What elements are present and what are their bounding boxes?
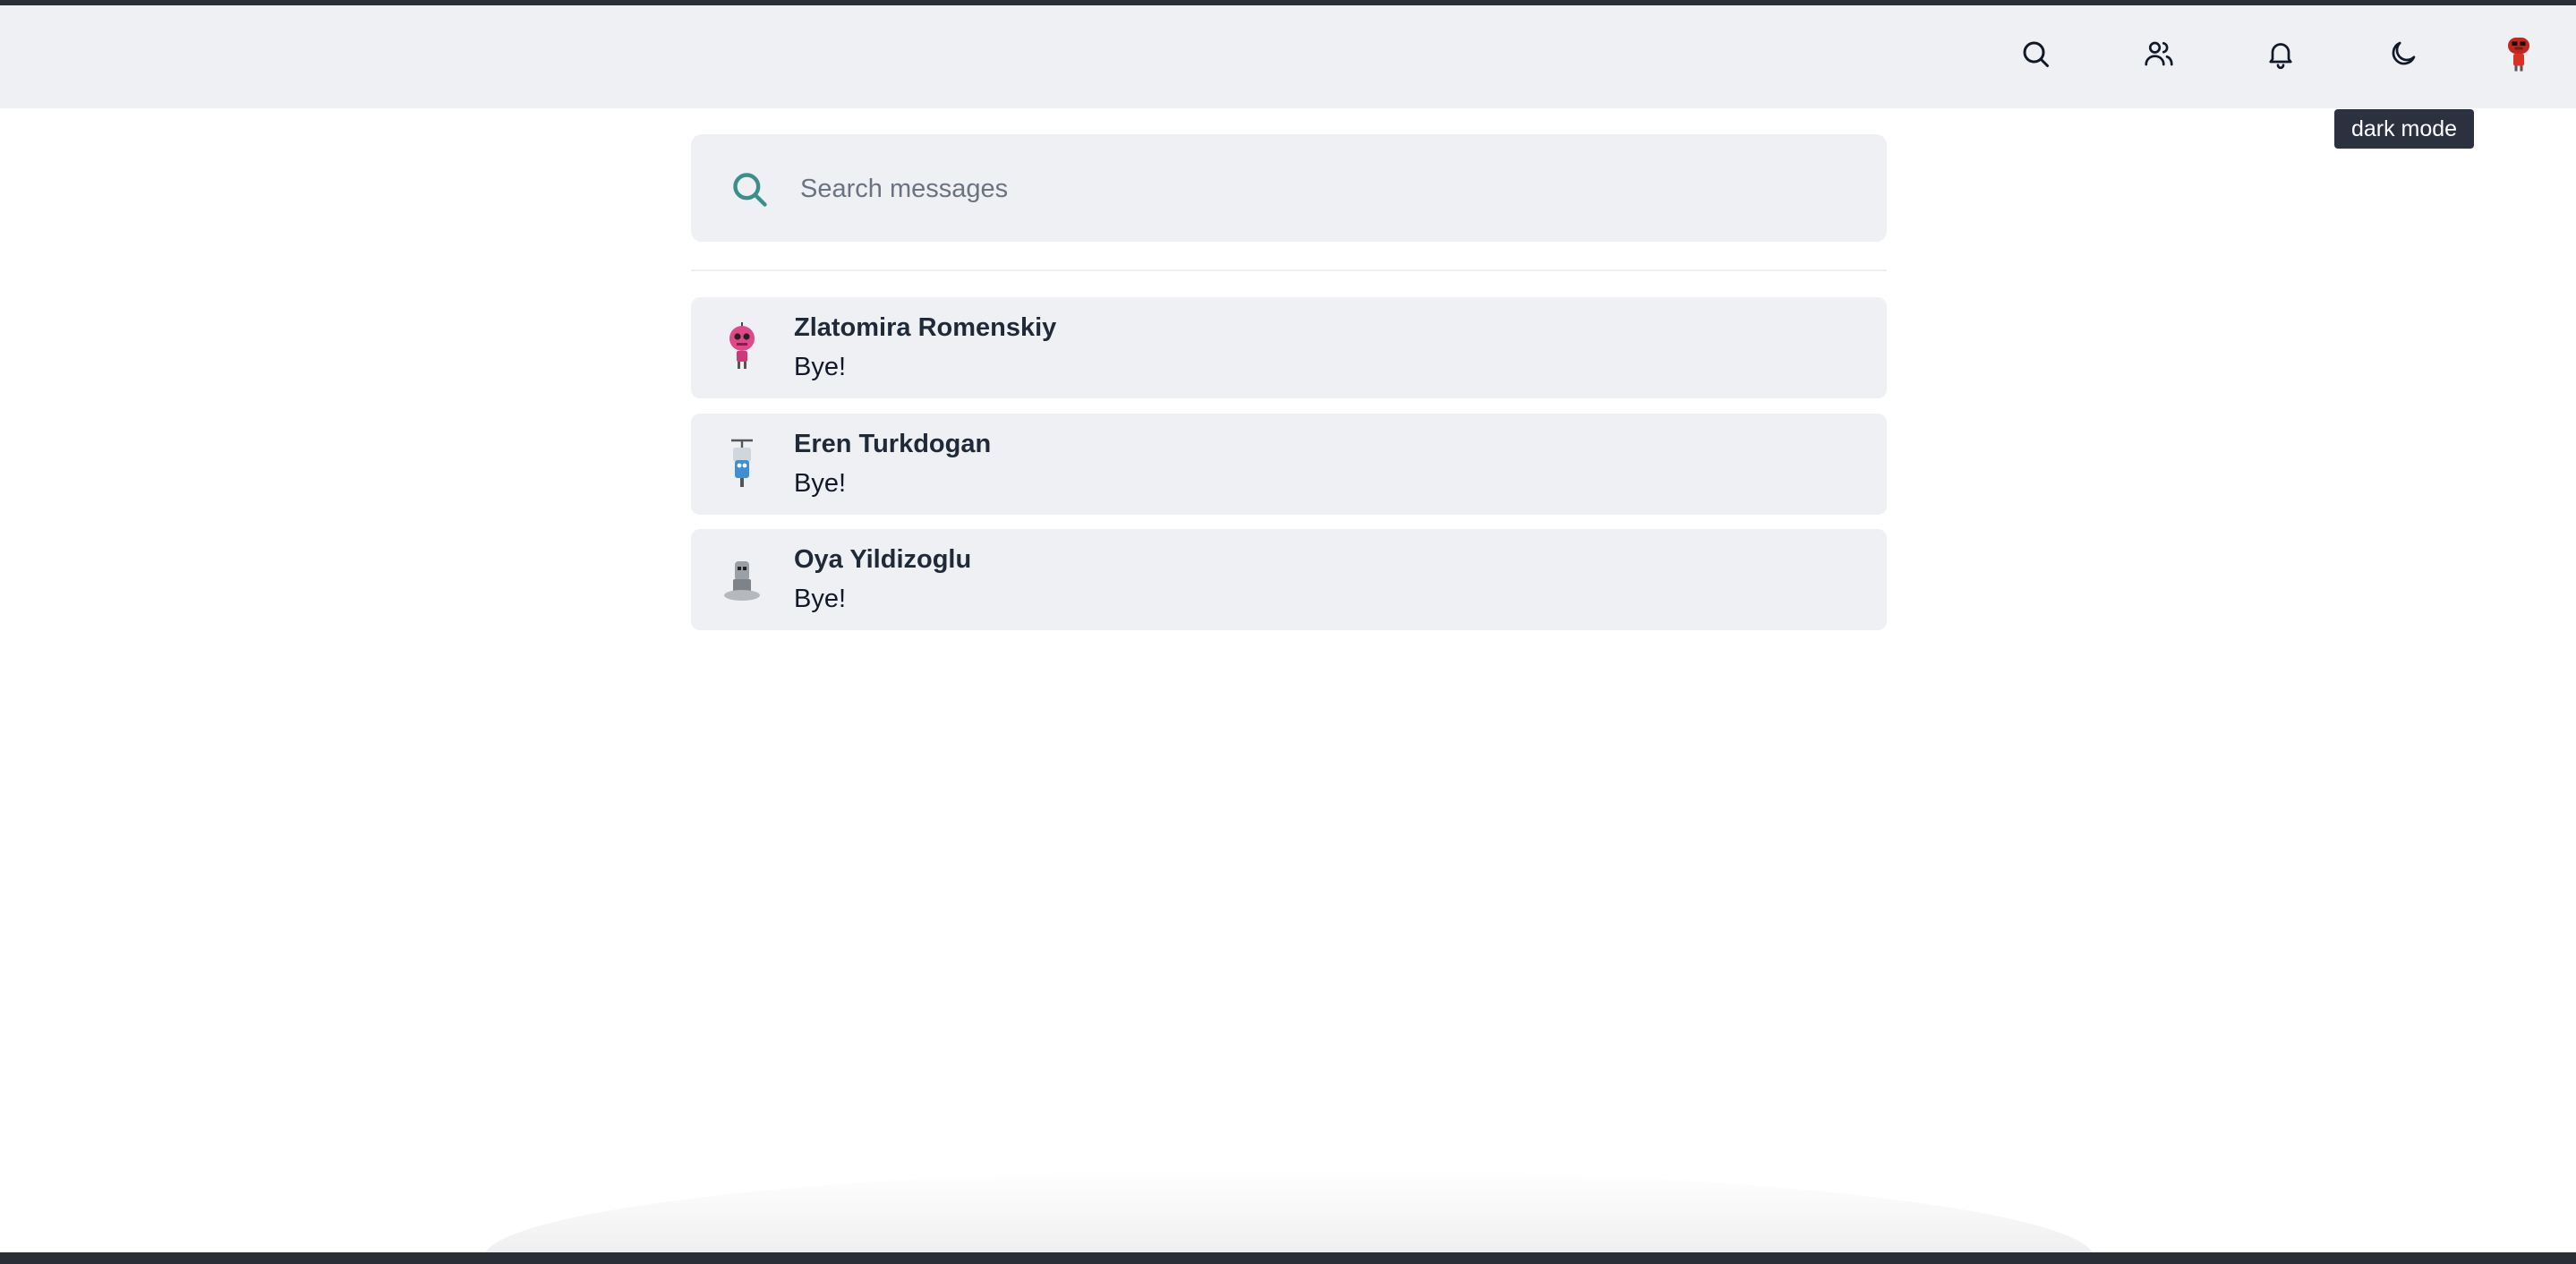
search-icon	[733, 173, 767, 207]
bell-icon	[2269, 43, 2292, 70]
conversation-item[interactable]: Zlatomira Romenskiy Bye!	[691, 297, 1887, 398]
last-message: Bye!	[794, 585, 847, 613]
search-icon	[2023, 41, 2049, 67]
users-icon	[2145, 41, 2173, 66]
contact-name: Oya Yildizoglu	[794, 545, 972, 574]
dark-mode-toggle[interactable]	[2378, 29, 2428, 79]
profile-avatar-button[interactable]	[2494, 29, 2544, 79]
avatar	[720, 439, 764, 487]
bottom-shadow	[483, 1169, 2094, 1252]
contact-name: Eren Turkdogan	[794, 430, 992, 458]
gray-robot-avatar-icon	[724, 561, 760, 601]
app-window: dark mode Zlatomira Romenskiy Bye!	[0, 5, 2576, 1252]
contacts-button[interactable]	[2134, 29, 2184, 79]
notifications-button[interactable]	[2256, 29, 2306, 79]
contact-name: Zlatomira Romenskiy	[794, 313, 1057, 342]
last-message: Bye!	[794, 469, 847, 498]
last-message: Bye!	[794, 353, 847, 381]
avatar	[720, 558, 764, 602]
search-button[interactable]	[2010, 29, 2060, 79]
avatar	[2508, 38, 2529, 72]
divider	[691, 269, 1887, 271]
conversation-item[interactable]: Eren Turkdogan Bye!	[691, 414, 1887, 515]
moon-icon	[2392, 41, 2416, 65]
pink-robot-avatar-icon	[729, 322, 755, 369]
message-search-bar[interactable]	[691, 134, 1887, 242]
search-messages-input[interactable]	[798, 161, 1858, 217]
dark-mode-tooltip: dark mode	[2334, 109, 2474, 149]
blue-robot-avatar-icon	[731, 439, 753, 487]
top-navbar	[0, 5, 2576, 108]
avatar	[720, 322, 764, 371]
conversation-item[interactable]: Oya Yildizoglu Bye!	[691, 529, 1887, 630]
